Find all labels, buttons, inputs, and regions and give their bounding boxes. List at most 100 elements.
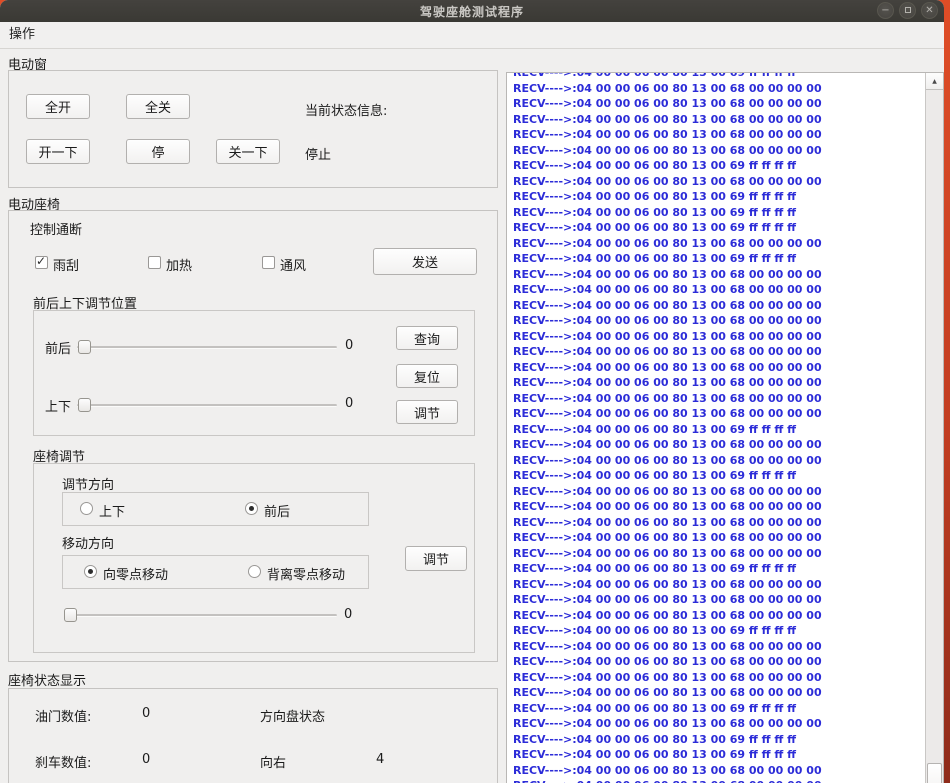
throttle-label: 油门数值: <box>35 706 91 725</box>
log-line: RECV---->:04 00 00 06 00 80 13 00 68 00 … <box>513 313 923 329</box>
full-open-button[interactable]: 全开 <box>26 94 90 119</box>
log-line: RECV---->:04 00 00 06 00 80 13 00 68 00 … <box>513 112 923 128</box>
send-button[interactable]: 发送 <box>373 248 477 275</box>
close-icon: ✕ <box>925 5 933 16</box>
seat-adjust-slider-track[interactable] <box>65 614 337 617</box>
seat-status-group-title: 座椅状态显示 <box>8 670 86 689</box>
log-line: RECV---->:04 00 00 06 00 80 13 00 68 00 … <box>513 406 923 422</box>
slider-fb-handle[interactable] <box>78 340 91 354</box>
log-line: RECV---->:04 00 00 06 00 80 13 00 68 00 … <box>513 484 923 500</box>
radio-front-back[interactable] <box>245 502 258 515</box>
ventilation-checkbox[interactable] <box>262 256 275 269</box>
log-line: RECV---->:04 00 00 06 00 80 13 00 68 00 … <box>513 639 923 655</box>
log-line: RECV---->:04 00 00 06 00 80 13 00 68 00 … <box>513 81 923 97</box>
slider-ud-label: 上下 <box>45 396 71 415</box>
slider-ud-track[interactable] <box>77 404 337 407</box>
slider-ud-handle[interactable] <box>78 398 91 412</box>
minimize-icon: − <box>881 5 889 16</box>
log-line: RECV---->:04 00 00 06 00 80 13 00 68 00 … <box>513 716 923 732</box>
log-line: RECV---->:04 00 00 06 00 80 13 00 68 00 … <box>513 143 923 159</box>
titlebar: 驾驶座舱测试程序 − ✕ <box>0 0 944 22</box>
log-line: RECV---->:04 00 00 06 00 80 13 00 69 ff … <box>513 158 923 174</box>
log-line: RECV---->:04 00 00 06 00 80 13 00 69 ff … <box>513 701 923 717</box>
log-line: RECV---->:04 00 00 06 00 80 13 00 68 00 … <box>513 763 923 779</box>
heating-checkbox-label[interactable]: 加热 <box>166 255 192 274</box>
log-line: RECV---->:04 00 00 06 00 80 13 00 69 ff … <box>513 732 923 748</box>
log-line: RECV---->:04 00 00 06 00 80 13 00 68 00 … <box>513 236 923 252</box>
radio-to-zero[interactable] <box>84 565 97 578</box>
maximize-button[interactable] <box>899 2 916 19</box>
control-switch-label: 控制通断 <box>30 219 82 238</box>
app-window: 驾驶座舱测试程序 − ✕ 操作 电动窗 全开 全关 当前状态信息: 开一下 停 … <box>0 0 944 783</box>
close-once-button[interactable]: 关一下 <box>216 139 280 164</box>
open-once-button[interactable]: 开一下 <box>26 139 90 164</box>
throttle-value: 0 <box>142 706 150 721</box>
log-line: RECV---->:04 00 00 06 00 80 13 00 68 00 … <box>513 174 923 190</box>
log-line: RECV---->:04 00 00 06 00 80 13 00 68 00 … <box>513 654 923 670</box>
seat-adjust-slider-handle[interactable] <box>64 608 77 622</box>
recv-log-textarea[interactable]: RECV---->:04 00 00 06 00 80 13 00 69 ff … <box>506 72 944 783</box>
radio-up-down-label[interactable]: 上下 <box>99 501 125 520</box>
log-line: RECV---->:04 00 00 06 00 80 13 00 68 00 … <box>513 608 923 624</box>
move-direction-label: 移动方向 <box>62 533 114 552</box>
reset-button[interactable]: 复位 <box>396 364 458 388</box>
current-status-label: 当前状态信息: <box>305 100 387 119</box>
log-line: RECV---->:04 00 00 06 00 80 13 00 68 00 … <box>513 329 923 345</box>
log-line: RECV---->:04 00 00 06 00 80 13 00 68 00 … <box>513 96 923 112</box>
menubar: 操作 <box>0 22 944 49</box>
full-close-button[interactable]: 全关 <box>126 94 190 119</box>
radio-front-back-label[interactable]: 前后 <box>264 501 290 520</box>
power-window-groupbox <box>8 70 498 188</box>
seat-adjust-button[interactable]: 调节 <box>405 546 467 571</box>
log-line: RECV---->:04 00 00 06 00 80 13 00 68 00 … <box>513 670 923 686</box>
log-line: RECV---->:04 00 00 06 00 80 13 00 69 ff … <box>513 205 923 221</box>
log-line: RECV---->:04 00 00 06 00 80 13 00 69 ff … <box>513 220 923 236</box>
wiper-checkbox-label[interactable]: 雨刮 <box>53 255 79 274</box>
maximize-icon <box>905 7 911 13</box>
radio-up-down[interactable] <box>80 502 93 515</box>
minimize-button[interactable]: − <box>877 2 894 19</box>
stop-button[interactable]: 停 <box>126 139 190 164</box>
log-line: RECV---->:04 00 00 06 00 80 13 00 68 00 … <box>513 778 923 783</box>
ventilation-checkbox-label[interactable]: 通风 <box>280 255 306 274</box>
heating-checkbox[interactable] <box>148 256 161 269</box>
log-line: RECV---->:04 00 00 06 00 80 13 00 69 ff … <box>513 561 923 577</box>
log-line: RECV---->:04 00 00 06 00 80 13 00 69 ff … <box>513 251 923 267</box>
log-line: RECV---->:04 00 00 06 00 80 13 00 69 ff … <box>513 623 923 639</box>
log-line: RECV---->:04 00 00 06 00 80 13 00 68 00 … <box>513 499 923 515</box>
wiper-checkbox[interactable] <box>35 256 48 269</box>
log-line: RECV---->:04 00 00 06 00 80 13 00 68 00 … <box>513 360 923 376</box>
steering-status-label: 方向盘状态 <box>260 706 325 725</box>
log-line: RECV---->:04 00 00 06 00 80 13 00 69 ff … <box>513 468 923 484</box>
log-line: RECV---->:04 00 00 06 00 80 13 00 68 00 … <box>513 577 923 593</box>
radio-away-zero-label[interactable]: 背离零点移动 <box>267 564 345 583</box>
menu-operation[interactable]: 操作 <box>0 22 44 48</box>
log-line: RECV---->:04 00 00 06 00 80 13 00 69 ff … <box>513 189 923 205</box>
scrollbar-thumb[interactable] <box>927 763 942 783</box>
steering-direction-value: 向右 <box>260 752 286 771</box>
log-line: RECV---->:04 00 00 06 00 80 13 00 68 00 … <box>513 437 923 453</box>
close-button[interactable]: ✕ <box>921 2 938 19</box>
log-line: RECV---->:04 00 00 06 00 80 13 00 68 00 … <box>513 344 923 360</box>
seat-adjust-slider-value: 0 <box>344 607 352 622</box>
slider-fb-label: 前后 <box>45 338 71 357</box>
log-line: RECV---->:04 00 00 06 00 80 13 00 68 00 … <box>513 282 923 298</box>
log-line: RECV---->:04 00 00 06 00 80 13 00 69 ff … <box>513 422 923 438</box>
position-adjust-button[interactable]: 调节 <box>396 400 458 424</box>
log-line: RECV---->:04 00 00 06 00 80 13 00 69 ff … <box>513 72 923 81</box>
query-button[interactable]: 查询 <box>396 326 458 350</box>
slider-fb-track[interactable] <box>77 346 337 349</box>
log-line: RECV---->:04 00 00 06 00 80 13 00 68 00 … <box>513 530 923 546</box>
scroll-up-icon: ▲ <box>932 78 937 85</box>
log-scrollbar[interactable]: ▲ <box>925 73 943 783</box>
radio-away-zero[interactable] <box>248 565 261 578</box>
log-line: RECV---->:04 00 00 06 00 80 13 00 68 00 … <box>513 391 923 407</box>
log-line: RECV---->:04 00 00 06 00 80 13 00 68 00 … <box>513 267 923 283</box>
window-title: 驾驶座舱测试程序 <box>420 3 524 20</box>
log-line: RECV---->:04 00 00 06 00 80 13 00 68 00 … <box>513 592 923 608</box>
log-line: RECV---->:04 00 00 06 00 80 13 00 68 00 … <box>513 453 923 469</box>
radio-to-zero-label[interactable]: 向零点移动 <box>103 564 168 583</box>
scroll-up-button[interactable]: ▲ <box>926 73 943 90</box>
slider-ud-value: 0 <box>345 396 353 411</box>
slider-fb-value: 0 <box>345 338 353 353</box>
